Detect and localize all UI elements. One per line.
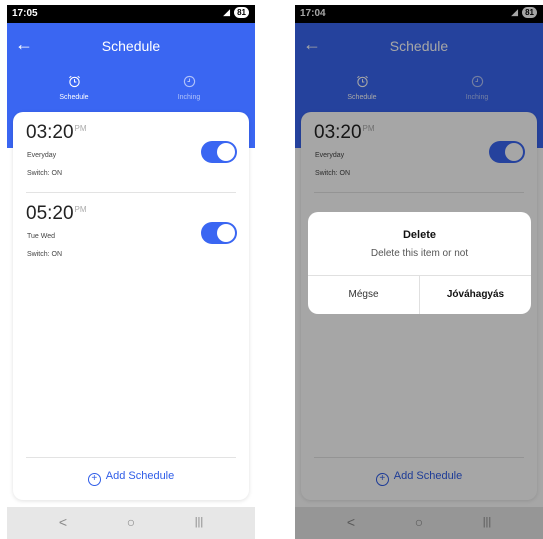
add-schedule-label: Add Schedule [105, 470, 175, 482]
tab-inching[interactable]: Inching [144, 75, 234, 101]
time-value: 05:20 [26, 203, 74, 224]
nav-home-icon[interactable]: ○ [111, 514, 151, 530]
tab-schedule[interactable]: Schedule [29, 75, 119, 101]
schedule-toggle[interactable] [201, 141, 237, 163]
toggle-knob [217, 224, 235, 242]
schedule-switch-status: Switch: ON [27, 170, 63, 177]
schedule-list-card: 03:20PM Everyday Switch: ON 05:20PM Tue … [13, 112, 249, 500]
nav-back-icon[interactable]: < [43, 514, 83, 530]
page-title: Schedule [101, 38, 161, 54]
schedule-item[interactable]: 03:20PM Everyday Switch: ON [13, 112, 249, 190]
schedule-toggle[interactable] [201, 222, 237, 244]
schedule-time: 03:20PM [26, 122, 87, 144]
plus-circle-icon: + [87, 473, 101, 486]
schedule-switch-status: Switch: ON [27, 251, 63, 258]
time-value: 03:20 [26, 122, 74, 143]
divider [26, 457, 236, 458]
confirm-button[interactable]: Jóváhagyás [420, 276, 531, 314]
alarm-clock-icon [68, 75, 80, 88]
schedule-days: Everyday [27, 152, 57, 159]
dialog-title: Delete [402, 229, 437, 241]
tab-label: Schedule [59, 94, 89, 101]
phone-screen-schedule-list: 17:05 ◢ 81 ← Schedule Schedule Inching 0… [7, 5, 255, 539]
clock-icon [183, 75, 195, 88]
cancel-button[interactable]: Mégse [308, 276, 419, 314]
toggle-knob [217, 143, 235, 161]
battery-icon: 81 [234, 7, 249, 18]
nav-recents-icon[interactable]: ||| [179, 516, 219, 528]
delete-dialog: Delete Delete this item or not Mégse Jóv… [308, 212, 531, 314]
system-nav-bar: < ○ ||| [7, 507, 255, 539]
schedule-days: Tue Wed [27, 233, 56, 240]
signal-icon: ◢ [223, 7, 231, 17]
status-time: 17:05 [12, 8, 38, 19]
phone-screen-delete-dialog: 17:04 ◢ 81 ← Schedule Schedule Inching 0… [295, 5, 543, 539]
tab-label: Inching [177, 94, 201, 101]
time-ampm: PM [74, 124, 87, 133]
add-schedule-button[interactable]: + Add Schedule [13, 470, 249, 486]
dialog-message: Delete this item or not [370, 248, 469, 259]
status-bar: 17:05 ◢ 81 [7, 5, 255, 23]
time-ampm: PM [74, 205, 87, 214]
schedule-item[interactable]: 05:20PM Tue Wed Switch: ON [13, 193, 249, 271]
status-icons: ◢ 81 [223, 7, 249, 18]
schedule-time: 05:20PM [26, 203, 87, 225]
